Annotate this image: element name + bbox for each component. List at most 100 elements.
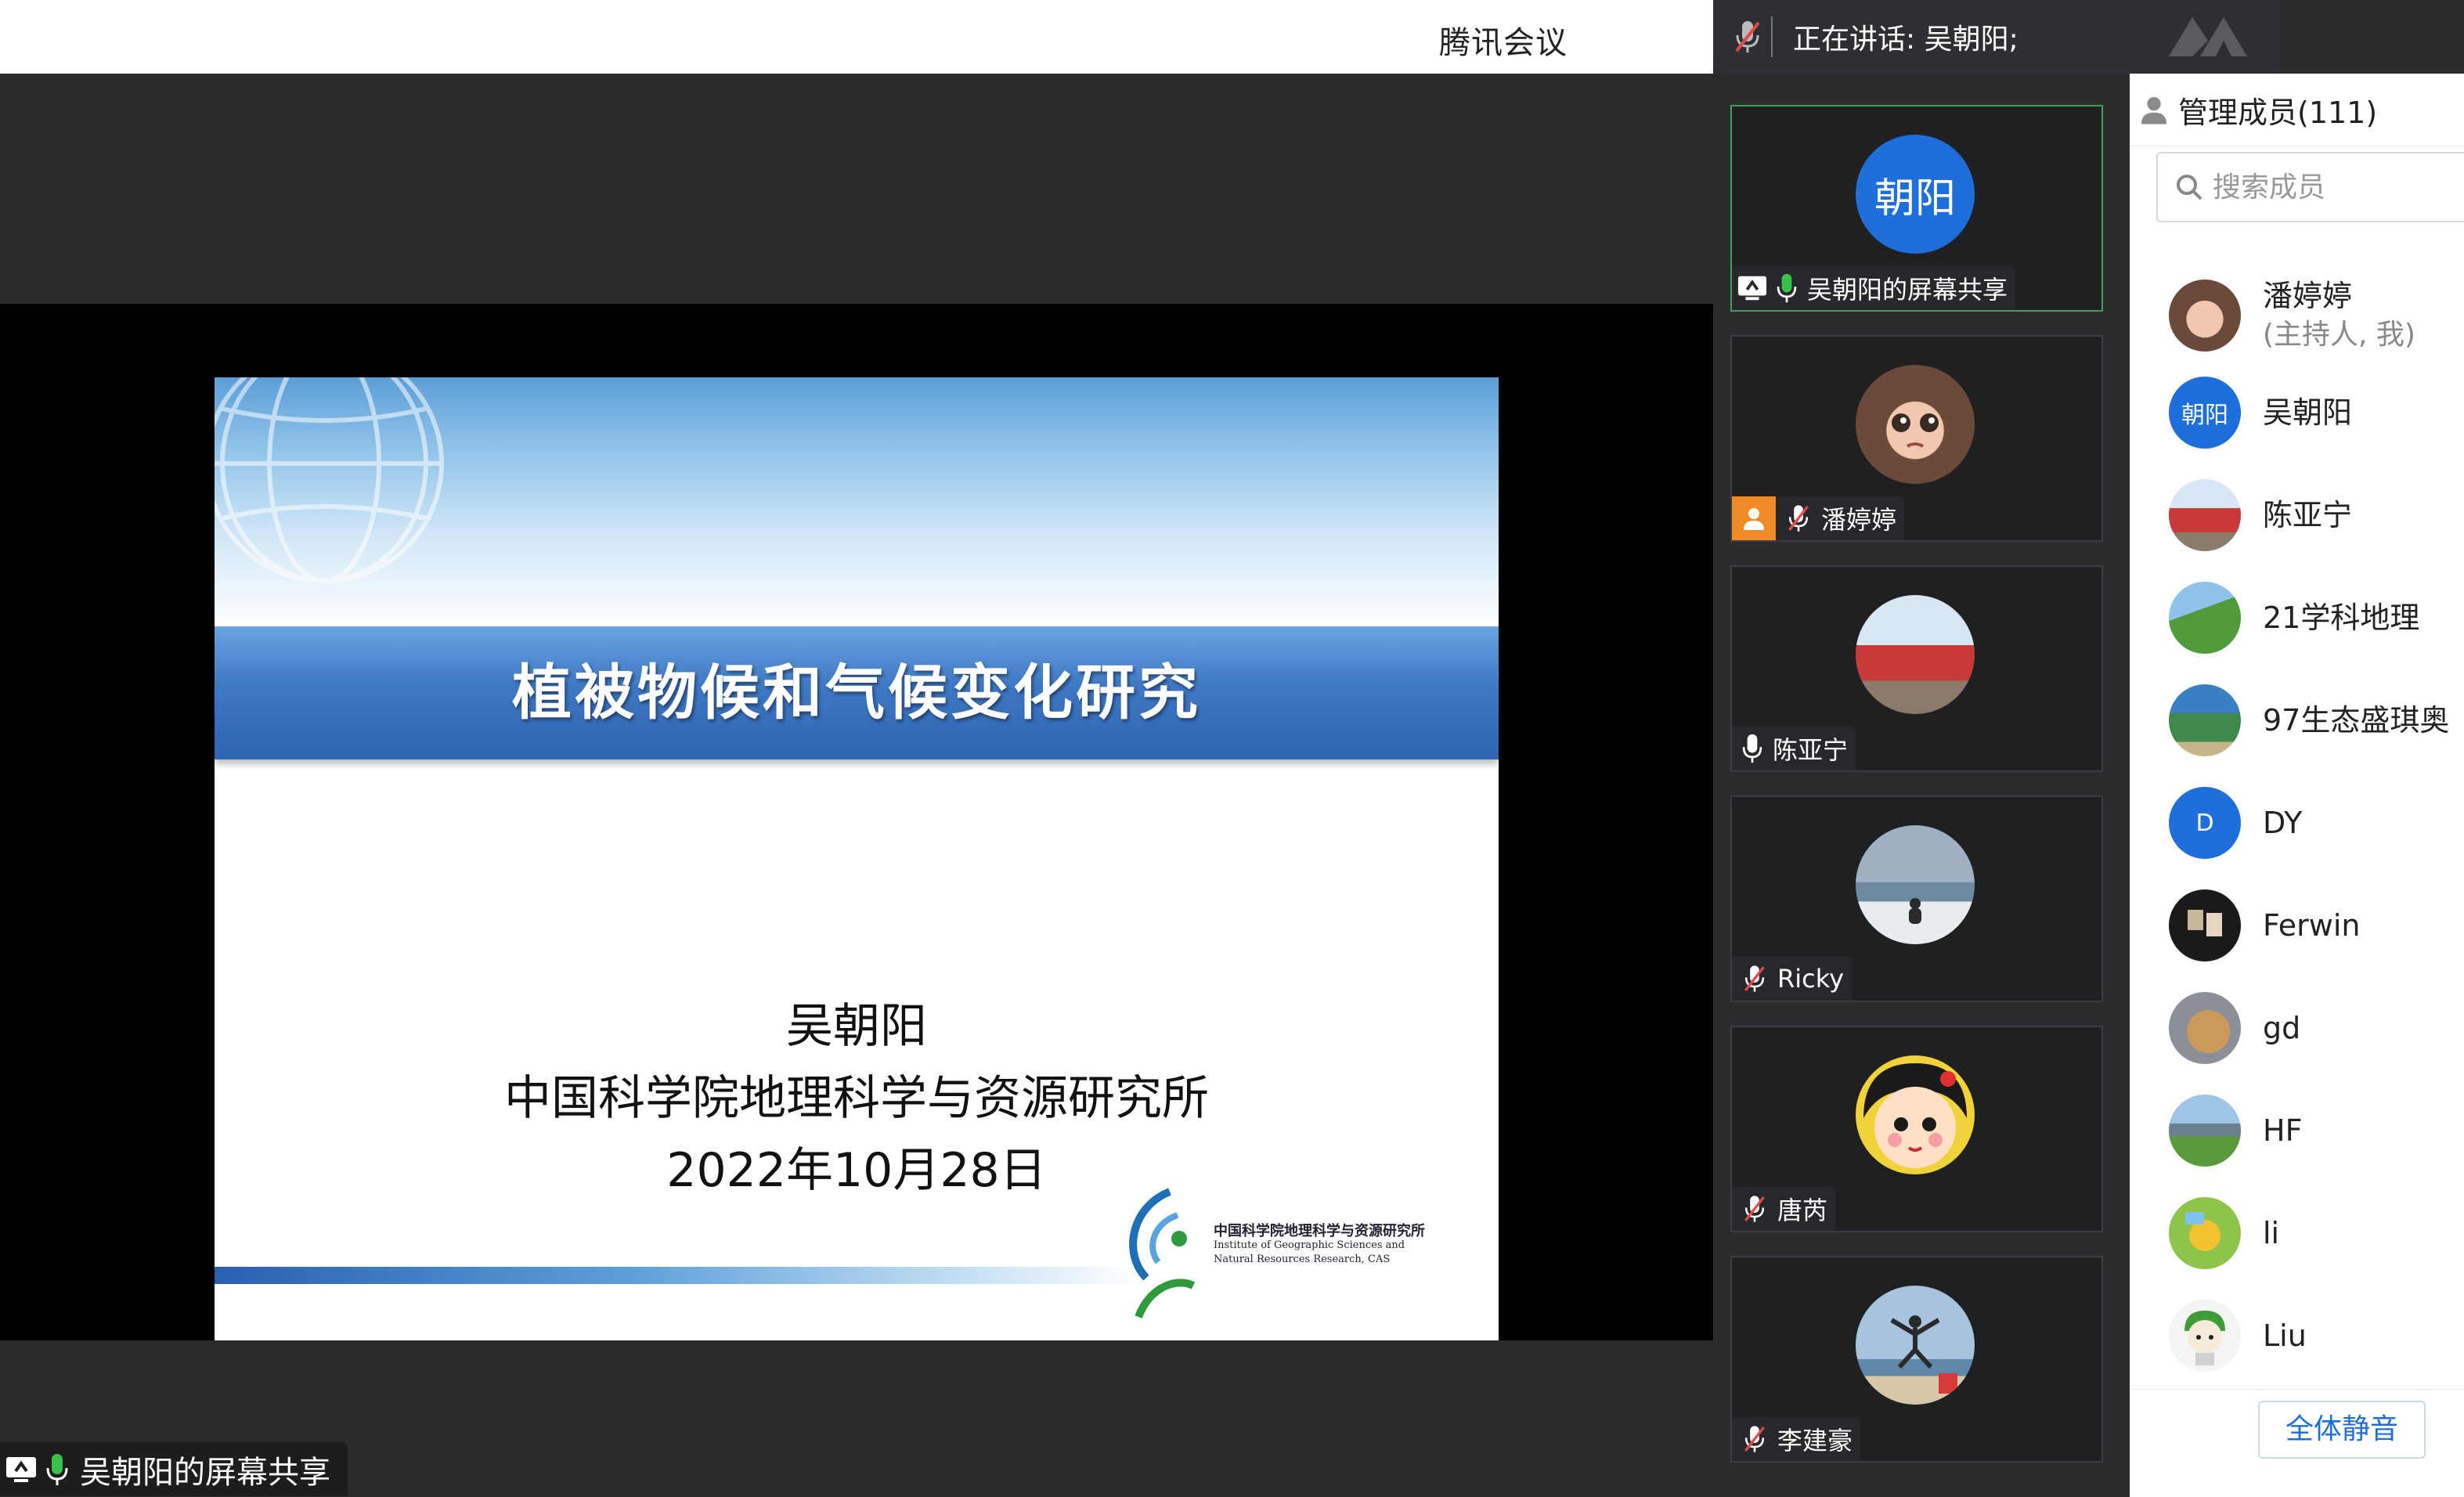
avatar bbox=[2169, 479, 2241, 551]
member-name: Ferwin bbox=[2263, 908, 2361, 943]
mute-all-button[interactable]: 全体静音 bbox=[2258, 1401, 2426, 1459]
video-tile[interactable]: 陈亚宁 bbox=[1730, 565, 2103, 772]
member-list-item[interactable]: gd bbox=[2130, 982, 2464, 1074]
tile-label: 唐芮 bbox=[1732, 1187, 1836, 1231]
member-name: Liu bbox=[2263, 1318, 2307, 1353]
member-list-item[interactable]: Liu bbox=[2130, 1290, 2464, 1382]
slide-author: 吴朝阳 bbox=[786, 999, 927, 1054]
speaking-text: 正在讲话: 吴朝阳; bbox=[1793, 23, 2018, 56]
tile-label: 吴朝阳的屏幕共享 bbox=[1732, 266, 2016, 310]
mic-on-icon bbox=[1776, 272, 1798, 304]
member-list-item[interactable]: Ferwin bbox=[2130, 879, 2464, 972]
member-name: 潘婷婷 bbox=[2263, 279, 2353, 313]
member-list-item[interactable]: D DY bbox=[2130, 777, 2464, 869]
slide-date: 2022年10月28日 bbox=[666, 1143, 1047, 1198]
cas-logo-cn: 中国科学院地理科学与资源研究所 bbox=[1214, 1223, 1425, 1239]
member-name: 吴朝阳 bbox=[2263, 395, 2353, 430]
avatar bbox=[2169, 280, 2241, 352]
avatar bbox=[1856, 1055, 1975, 1174]
participant-name: 潘婷婷 bbox=[1821, 505, 1897, 535]
video-column: 朝阳 吴朝阳的屏幕共享 潘婷婷 陈亚宁 Ricky 唐芮 李建豪 bbox=[1713, 74, 2130, 1496]
title-bar: 腾讯会议 bbox=[0, 0, 1713, 74]
member-list-item[interactable]: li bbox=[2130, 1187, 2464, 1279]
mic-muted-icon[interactable] bbox=[1732, 18, 1763, 56]
slide-institute: 中国科学院地理科学与资源研究所 bbox=[504, 1071, 1209, 1126]
member-name: HF bbox=[2263, 1113, 2303, 1148]
app-title: 腾讯会议 bbox=[1439, 25, 1568, 61]
member-name: gd bbox=[2263, 1011, 2301, 1045]
avatar bbox=[2169, 582, 2241, 654]
search-icon bbox=[2174, 171, 2205, 203]
avatar: D bbox=[2169, 787, 2241, 859]
member-list-item[interactable]: 朝阳 吴朝阳 bbox=[2130, 366, 2464, 459]
member-panel: 管理成员(111) 潘婷婷(主持人, 我) 朝阳 吴朝阳 陈亚宁 21学科地理 … bbox=[2130, 74, 2464, 1497]
participant-name: 陈亚宁 bbox=[1773, 735, 1849, 765]
avatar bbox=[2169, 992, 2241, 1064]
avatar bbox=[2169, 1197, 2241, 1269]
slide-bottom-bar bbox=[215, 1267, 1138, 1284]
cas-logo bbox=[1129, 1188, 1196, 1318]
member-list-item[interactable]: 21学科地理 bbox=[2130, 572, 2464, 664]
tile-label: 李建豪 bbox=[1732, 1417, 1861, 1461]
avatar: 朝阳 bbox=[1856, 135, 1975, 254]
member-list-item[interactable]: 97生态盛琪奥 bbox=[2130, 674, 2464, 767]
user-icon bbox=[2138, 93, 2170, 126]
participant-name: 吴朝阳的屏幕共享 bbox=[1807, 275, 2008, 305]
speaking-indicator-bar: 正在讲话: 吴朝阳; bbox=[1713, 0, 2280, 74]
share-owner-name: 吴朝阳的屏幕共享 bbox=[80, 1454, 330, 1491]
avatar: 朝阳 bbox=[2169, 377, 2241, 449]
participant-name: 李建豪 bbox=[1777, 1426, 1853, 1456]
cas-logo-en-2: Natural Resources Research, CAS bbox=[1214, 1254, 1391, 1265]
main-stage: 植被物候和气候变化研究 吴朝阳 中国科学院地理科学与资源研究所 2022年10月… bbox=[0, 74, 1713, 1496]
cas-logo-text: 中国科学院地理科学与资源研究所 Institute of Geographic … bbox=[1214, 1225, 1480, 1267]
member-panel-header: 管理成员(111) bbox=[2130, 74, 2464, 146]
user-icon bbox=[1732, 496, 1776, 540]
video-tile[interactable]: 朝阳 吴朝阳的屏幕共享 bbox=[1730, 105, 2103, 312]
video-tile[interactable]: 李建豪 bbox=[1730, 1256, 2103, 1463]
avatar bbox=[2169, 889, 2241, 961]
avatar bbox=[1856, 595, 1975, 714]
mic-muted-icon bbox=[1741, 1193, 1768, 1225]
member-search-box[interactable] bbox=[2156, 152, 2464, 222]
avatar-text: 朝阳 bbox=[1874, 175, 1956, 222]
screen-share-icon bbox=[5, 1454, 38, 1485]
avatar bbox=[2169, 1300, 2241, 1372]
tile-label: 陈亚宁 bbox=[1732, 727, 1856, 770]
screen-share-icon bbox=[1737, 273, 1768, 303]
video-tile[interactable]: 潘婷婷 bbox=[1730, 335, 2103, 542]
participant-name: Ricky bbox=[1777, 964, 1845, 994]
video-tile[interactable]: Ricky bbox=[1730, 795, 2103, 1002]
globe-graphic bbox=[215, 377, 444, 583]
mic-on-icon bbox=[1741, 733, 1763, 764]
member-list-item[interactable]: HF bbox=[2130, 1084, 2464, 1177]
member-count-title: 管理成员(111) bbox=[2178, 95, 2378, 130]
member-name: 97生态盛琪奥 bbox=[2263, 703, 2450, 738]
avatar-text: D bbox=[2195, 809, 2214, 837]
shared-slide: 植被物候和气候变化研究 吴朝阳 中国科学院地理科学与资源研究所 2022年10月… bbox=[215, 377, 1499, 1340]
avatar bbox=[1856, 365, 1975, 484]
cas-logo-en-1: Institute of Geographic Sciences and bbox=[1214, 1239, 1405, 1251]
member-name: 21学科地理 bbox=[2263, 601, 2420, 635]
member-role: (主持人, 我) bbox=[2263, 319, 2415, 351]
member-name: 陈亚宁 bbox=[2263, 498, 2353, 532]
member-panel-footer: 全体静音 bbox=[2130, 1389, 2464, 1497]
mic-on-icon bbox=[45, 1452, 69, 1487]
avatar bbox=[2169, 1095, 2241, 1167]
tile-label: 潘婷婷 bbox=[1732, 496, 1905, 540]
member-name: DY bbox=[2263, 806, 2303, 840]
mic-muted-icon bbox=[1785, 503, 1812, 534]
member-search-input[interactable] bbox=[2211, 170, 2449, 204]
mic-muted-icon bbox=[1741, 1423, 1768, 1455]
avatar bbox=[1856, 1286, 1975, 1405]
member-list-item[interactable]: 潘婷婷 (主持人, 我) bbox=[2130, 269, 2464, 362]
member-name: li bbox=[2263, 1216, 2280, 1250]
slide-title-band: 植被物候和气候变化研究 bbox=[215, 626, 1499, 759]
avatar bbox=[1856, 825, 1975, 944]
member-list-item[interactable]: 陈亚宁 bbox=[2130, 469, 2464, 561]
tencent-meeting-logo bbox=[2169, 17, 2247, 56]
video-tile[interactable]: 唐芮 bbox=[1730, 1026, 2103, 1232]
slide-title: 植被物候和气候变化研究 bbox=[512, 658, 1201, 727]
tile-label: Ricky bbox=[1732, 957, 1853, 1001]
participant-name: 唐芮 bbox=[1777, 1196, 1828, 1225]
avatar bbox=[2169, 684, 2241, 756]
